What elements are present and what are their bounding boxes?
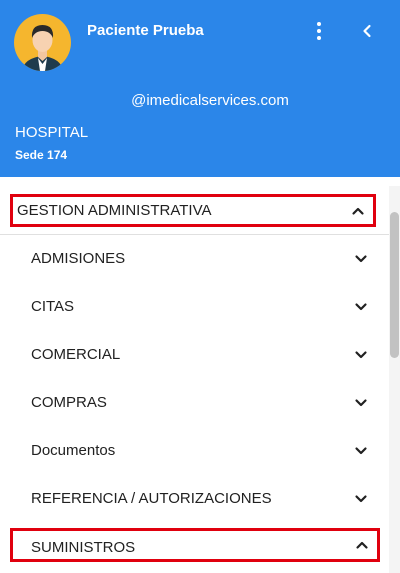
chevron-down-icon [355, 399, 367, 407]
more-vert-icon[interactable] [310, 20, 328, 42]
menu-item-compras[interactable]: COMPRAS [0, 379, 390, 427]
chevron-down-icon [355, 447, 367, 455]
menu-item-label: ADMISIONES [31, 250, 126, 267]
menu-scrollbar[interactable] [389, 186, 400, 573]
user-name: Paciente Prueba [87, 22, 204, 39]
chevron-left-icon[interactable] [356, 20, 378, 42]
organization-name: HOSPITAL [15, 124, 89, 141]
menu-item-label: CITAS [31, 298, 75, 315]
menu-item-suministros[interactable]: SUMINISTROS [10, 528, 380, 562]
scrollbar-thumb[interactable] [390, 212, 399, 358]
menu-item-documentos[interactable]: Documentos [0, 427, 390, 475]
menu-item-label: Documentos [31, 442, 116, 459]
menu-item-referencia-autorizaciones[interactable]: REFERENCIA / AUTORIZACIONES [0, 475, 390, 523]
chevron-down-icon [355, 495, 367, 503]
menu-item-citas[interactable]: CITAS [0, 283, 390, 331]
drawer-header: Paciente Prueba @imedicalservices.com HO… [0, 0, 400, 177]
menu-group-label: GESTION ADMINISTRATIVA [17, 202, 212, 219]
menu-group-gestion-administrativa[interactable]: GESTION ADMINISTRATIVA [10, 194, 376, 227]
user-avatar[interactable] [14, 14, 71, 71]
menu-item-admisiones[interactable]: ADMISIONES [0, 235, 390, 283]
menu-item-label: COMPRAS [31, 394, 107, 411]
chevron-up-icon [352, 207, 364, 215]
menu-item-label: SUMINISTROS [31, 539, 136, 556]
chevron-down-icon [355, 255, 367, 263]
avatar-person-icon [22, 25, 63, 71]
chevron-up-icon [356, 541, 368, 549]
chevron-down-icon [355, 351, 367, 359]
user-email: @imedicalservices.com [131, 92, 289, 109]
chevron-down-icon [355, 303, 367, 311]
menu-item-comercial[interactable]: COMERCIAL [0, 331, 390, 379]
menu-item-label: COMERCIAL [31, 346, 121, 363]
site-name: Sede 174 [15, 148, 68, 162]
menu-item-label: REFERENCIA / AUTORIZACIONES [31, 490, 272, 507]
